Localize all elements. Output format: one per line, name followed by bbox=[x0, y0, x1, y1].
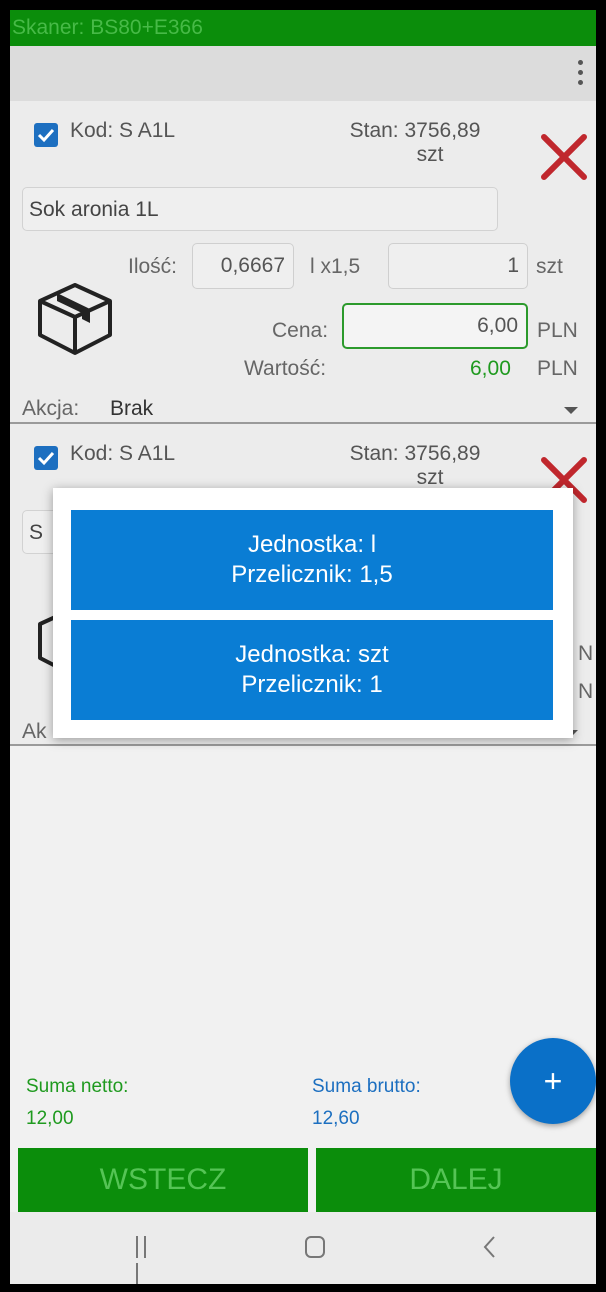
unit-option-unit: Jednostka: szt bbox=[235, 641, 389, 668]
value-currency: PLN bbox=[537, 357, 578, 380]
system-nav-bar bbox=[10, 1212, 596, 1284]
item-code: Kod: S A1L bbox=[70, 442, 176, 465]
unit-select-dialog: Jednostka: l Przelicznik: 1,5 Jednostka:… bbox=[53, 488, 573, 738]
unit-option-szt[interactable]: Jednostka: szt Przelicznik: 1 bbox=[71, 620, 553, 720]
value-amount: 6,00 bbox=[470, 357, 511, 380]
unit-option-factor: Przelicznik: 1,5 bbox=[231, 561, 393, 588]
net-total-label: Suma netto: bbox=[26, 1076, 129, 1097]
gross-total-value: 12,60 bbox=[312, 1108, 360, 1129]
stock-level: Stan: 3756,89 szt bbox=[330, 442, 500, 490]
quantity-field[interactable]: 0,6667 bbox=[192, 243, 294, 289]
action-label: Ak bbox=[22, 720, 47, 743]
value-currency: N bbox=[578, 680, 594, 703]
back-button[interactable]: WSTECZ bbox=[18, 1148, 308, 1212]
stock-unit: szt bbox=[416, 143, 444, 166]
price-currency: PLN bbox=[537, 319, 578, 342]
checkbox-checked-icon[interactable] bbox=[34, 123, 58, 147]
gross-total-label: Suma brutto: bbox=[312, 1076, 421, 1097]
net-total-value: 12,00 bbox=[26, 1108, 74, 1129]
more-vert-icon[interactable] bbox=[576, 60, 584, 90]
dropdown-arrow-icon[interactable] bbox=[564, 407, 578, 414]
nav-recent-icon[interactable] bbox=[136, 1236, 158, 1284]
price-field[interactable]: 6,00 bbox=[342, 303, 528, 349]
checkbox-checked-icon[interactable] bbox=[34, 446, 58, 470]
app-screen: Skaner: BS80+E366 Kod: S A1L Stan: 3756,… bbox=[10, 10, 596, 1284]
unit-quantity-field[interactable]: 1 bbox=[388, 243, 528, 289]
value-label: Wartość: bbox=[244, 357, 327, 380]
scanner-status: Skaner: BS80+E366 bbox=[10, 10, 596, 46]
stock-value: Stan: 3756,89 bbox=[349, 119, 481, 142]
nav-home-icon[interactable] bbox=[305, 1236, 325, 1258]
item-code: Kod: S A1L bbox=[70, 119, 176, 142]
delete-x-icon[interactable] bbox=[538, 131, 590, 183]
action-select[interactable]: Brak bbox=[110, 397, 153, 421]
price-label: Cena: bbox=[272, 319, 329, 342]
stock-value: Stan: 3756,89 bbox=[349, 442, 481, 465]
action-label: Akcja: bbox=[22, 397, 80, 420]
list-item: Kod: S A1L Stan: 3756,89 szt Sok aronia … bbox=[10, 101, 596, 424]
unit-option-unit: Jednostka: l bbox=[247, 531, 377, 558]
stock-level: Stan: 3756,89 szt bbox=[330, 119, 500, 167]
unit-conversion-select[interactable]: l x1,5 bbox=[310, 255, 360, 279]
package-box-icon bbox=[38, 283, 112, 355]
unit-quantity-unit: szt bbox=[536, 255, 563, 278]
quantity-label: Ilość: bbox=[128, 255, 178, 278]
add-item-button[interactable]: + bbox=[510, 1038, 596, 1124]
unit-option-factor: Przelicznik: 1 bbox=[241, 671, 383, 698]
price-currency: N bbox=[578, 642, 594, 665]
product-name-field[interactable]: Sok aronia 1L bbox=[22, 187, 498, 231]
nav-back-icon[interactable] bbox=[478, 1234, 502, 1260]
unit-option-l[interactable]: Jednostka: l Przelicznik: 1,5 bbox=[71, 510, 553, 610]
toolbar bbox=[10, 46, 596, 101]
next-button[interactable]: DALEJ bbox=[316, 1148, 596, 1212]
stock-unit: szt bbox=[416, 466, 444, 489]
